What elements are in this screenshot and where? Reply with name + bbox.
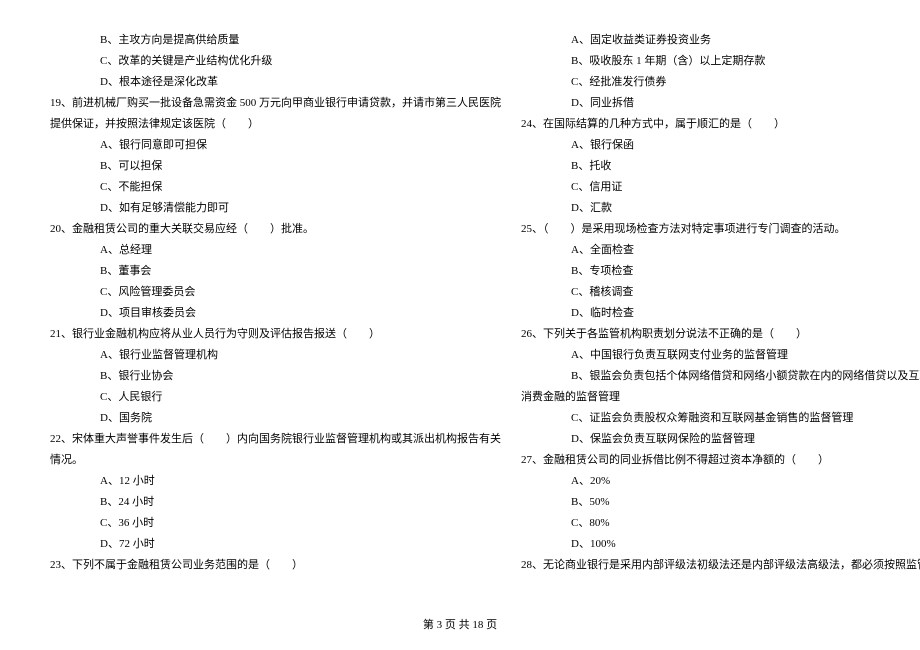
question-line: 28、无论商业银行是采用内部评级法初级法还是内部评级法高级法，都必须按照监管要求… — [521, 555, 920, 576]
option-line: D、72 小时 — [50, 534, 501, 555]
option-line: C、信用证 — [521, 177, 920, 198]
footer-text: 第 3 页 共 18 页 — [423, 619, 497, 631]
continue-line: 情况。 — [50, 450, 501, 471]
option-line: C、不能担保 — [50, 177, 501, 198]
option-line: B、托收 — [521, 156, 920, 177]
option-line: B、银监会负责包括个体网络借贷和网络小额贷款在内的网络借贷以及互联网信托和互联网 — [521, 366, 920, 387]
option-line: A、银行保函 — [521, 135, 920, 156]
option-line: A、银行业监督管理机构 — [50, 345, 501, 366]
option-line: A、20% — [521, 471, 920, 492]
option-line: C、80% — [521, 513, 920, 534]
left-column: B、主攻方向是提高供给质量C、改革的关键是产业结构优化升级D、根本途径是深化改革… — [40, 30, 511, 610]
page-footer: 第 3 页 共 18 页 — [0, 616, 920, 632]
question-line: 23、下列不属于金融租赁公司业务范围的是（ ） — [50, 555, 501, 576]
question-line: 19、前进机械厂购买一批设备急需资金 500 万元向甲商业银行申请贷款，并请市第… — [50, 93, 501, 114]
option-line: A、中国银行负责互联网支付业务的监督管理 — [521, 345, 920, 366]
option-line: C、证监会负责股权众筹融资和互联网基金销售的监督管理 — [521, 408, 920, 429]
option-line: A、总经理 — [50, 240, 501, 261]
option-line: D、汇款 — [521, 198, 920, 219]
question-line: 26、下列关于各监管机构职责划分说法不正确的是（ ） — [521, 324, 920, 345]
option-line: A、固定收益类证券投资业务 — [521, 30, 920, 51]
option-line: D、临时检查 — [521, 303, 920, 324]
continue-line: 消费金融的监督管理 — [521, 387, 920, 408]
right-column: A、固定收益类证券投资业务B、吸收股东 1 年期（含）以上定期存款C、经批准发行… — [511, 30, 920, 610]
option-line: D、国务院 — [50, 408, 501, 429]
option-line: A、全面检查 — [521, 240, 920, 261]
option-line: C、改革的关键是产业结构优化升级 — [50, 51, 501, 72]
option-line: B、专项检查 — [521, 261, 920, 282]
option-line: D、100% — [521, 534, 920, 555]
option-line: D、同业拆借 — [521, 93, 920, 114]
option-line: D、根本途径是深化改革 — [50, 72, 501, 93]
option-line: C、稽核调查 — [521, 282, 920, 303]
option-line: A、12 小时 — [50, 471, 501, 492]
option-line: B、可以担保 — [50, 156, 501, 177]
option-line: D、如有足够清偿能力即可 — [50, 198, 501, 219]
page-container: B、主攻方向是提高供给质量C、改革的关键是产业结构优化升级D、根本途径是深化改革… — [0, 0, 920, 610]
option-line: B、主攻方向是提高供给质量 — [50, 30, 501, 51]
option-line: D、保监会负责互联网保险的监督管理 — [521, 429, 920, 450]
question-line: 24、在国际结算的几种方式中，属于顺汇的是（ ） — [521, 114, 920, 135]
option-line: D、项目审核委员会 — [50, 303, 501, 324]
option-line: C、36 小时 — [50, 513, 501, 534]
question-line: 20、金融租赁公司的重大关联交易应经（ ）批准。 — [50, 219, 501, 240]
question-line: 22、宋体重大声誉事件发生后（ ）内向国务院银行业监督管理机构或其派出机构报告有… — [50, 429, 501, 450]
option-line: A、银行同意即可担保 — [50, 135, 501, 156]
option-line: B、24 小时 — [50, 492, 501, 513]
question-line: 21、银行业金融机构应将从业人员行为守则及评估报告报送（ ） — [50, 324, 501, 345]
question-line: 25、（ ）是采用现场检查方法对特定事项进行专门调查的活动。 — [521, 219, 920, 240]
option-line: B、董事会 — [50, 261, 501, 282]
option-line: C、经批准发行债券 — [521, 72, 920, 93]
option-line: B、银行业协会 — [50, 366, 501, 387]
option-line: B、吸收股东 1 年期（含）以上定期存款 — [521, 51, 920, 72]
option-line: C、人民银行 — [50, 387, 501, 408]
continue-line: 提供保证，并按照法律规定该医院（ ） — [50, 114, 501, 135]
option-line: B、50% — [521, 492, 920, 513]
option-line: C、风险管理委员会 — [50, 282, 501, 303]
question-line: 27、金融租赁公司的同业拆借比例不得超过资本净额的（ ） — [521, 450, 920, 471]
